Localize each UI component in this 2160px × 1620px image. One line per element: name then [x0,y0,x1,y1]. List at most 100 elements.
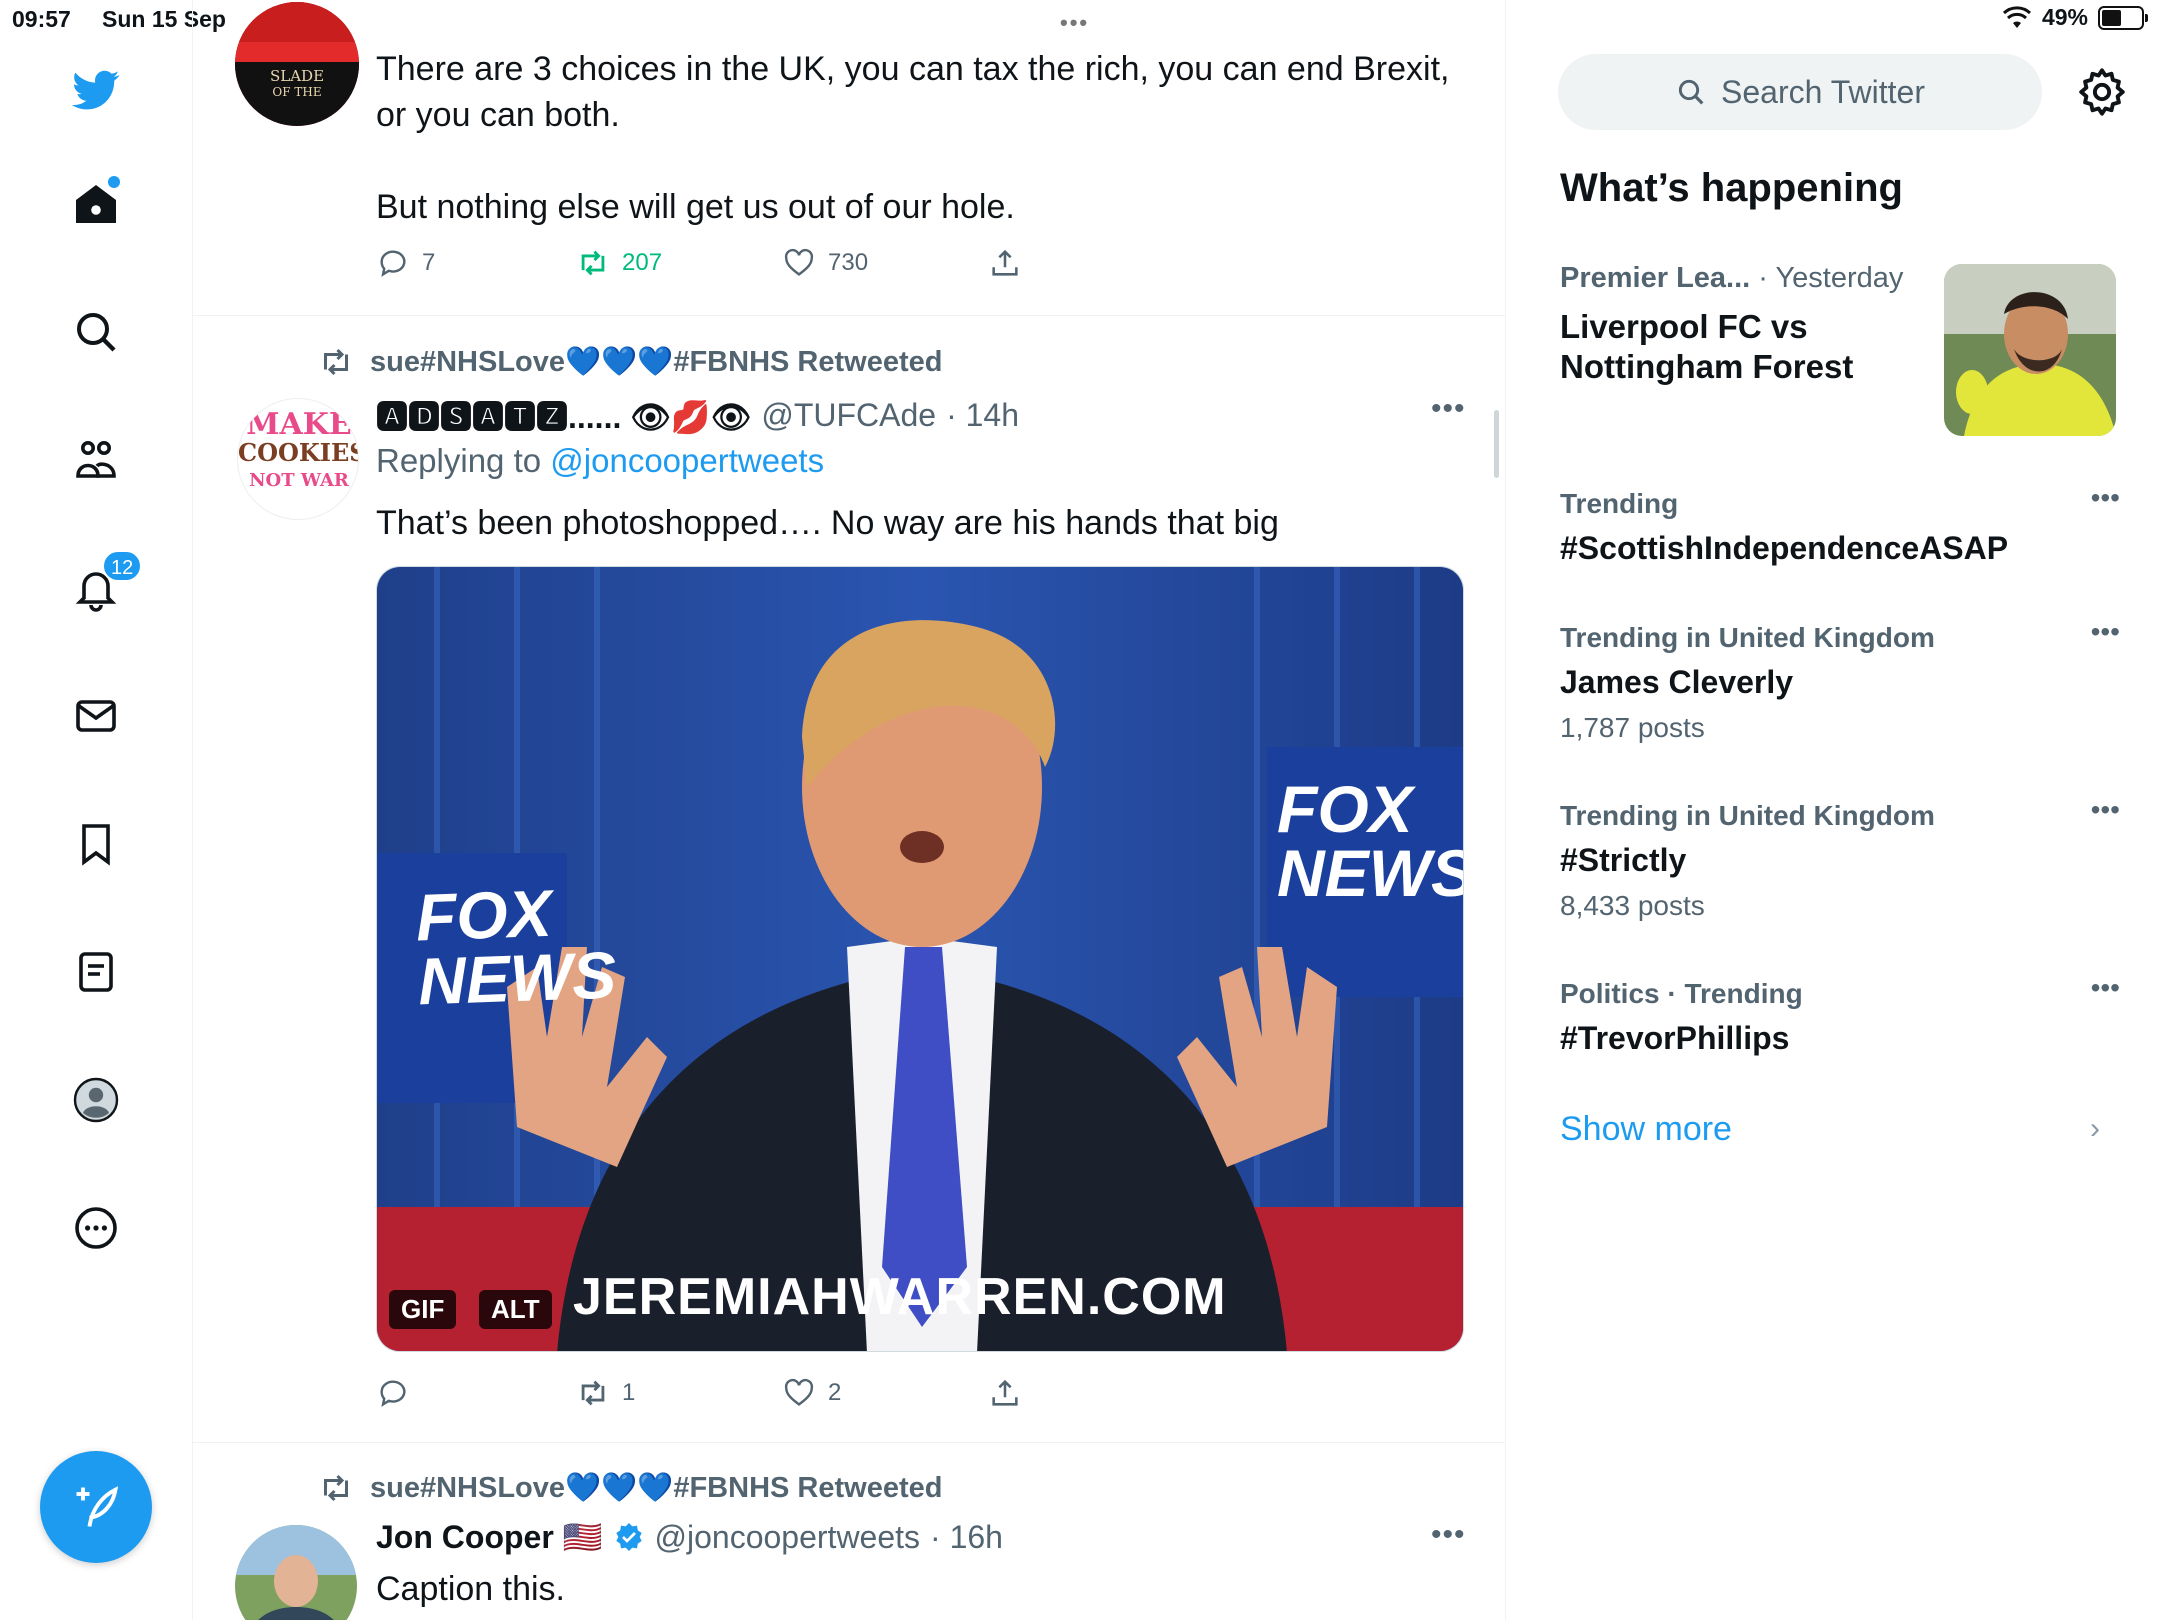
explore-search-icon[interactable] [66,302,126,362]
bookmarks-icon[interactable] [66,814,126,874]
tweet1-reply-count: 7 [422,249,436,276]
retweet-icon [324,1474,348,1502]
trend-context: Trending in United Kingdom [1560,622,1935,653]
retweet-icon [581,250,605,276]
show-more-link[interactable]: Show more [1560,1110,1732,1149]
featured-trend-thumbnail[interactable] [1944,264,2116,436]
tweet1-reply-button[interactable]: 7 [376,246,576,280]
twitter-logo-icon[interactable] [66,60,126,120]
featured-trend-image [1944,264,2116,436]
tweet1-avatar-text: SLADE [269,67,325,85]
notifications-bell-icon[interactable]: 12 [66,550,143,618]
tweet2-like-button[interactable]: 2 [782,1376,988,1410]
tweet3-avatar-image [235,1525,357,1620]
alt-text-badge[interactable]: ALT [479,1290,552,1329]
tweet3-time[interactable]: · 16h [930,1519,1003,1556]
tweet1-avatar[interactable]: SLADE OF THE [235,2,359,126]
reply-icon [380,1380,406,1407]
tweet2-share-button[interactable] [988,1376,1022,1410]
tweet2-reply-button[interactable] [376,1376,576,1410]
trend-name: #Strictly [1560,842,1687,878]
search-input[interactable]: Search Twitter [1558,54,2042,130]
search-icon [1678,79,1704,105]
tweet2-avatar-text-3: NOT WAR [249,470,349,491]
whats-happening-title: What’s happening [1560,166,1903,210]
tweet3-avatar[interactable] [235,1525,357,1620]
right-sidebar: Search Twitter What’s happening Premier … [1506,0,2160,1620]
tweet3-display-name[interactable]: Jon Cooper 🇺🇸 [376,1518,603,1556]
home-icon[interactable] [66,174,126,234]
tweet1-retweet-count: 207 [622,249,663,276]
left-nav: 12 [0,0,193,1620]
search-placeholder: Search Twitter [1721,73,1925,110]
media-logo-right-top: FOX [1277,772,1413,846]
more-options-icon[interactable] [66,1198,126,1258]
tweet1-text-line3: But nothing else will get us out of our … [376,188,1015,226]
trend-item[interactable]: Politics · Trending #TrevorPhillips ••• [1560,972,2120,1058]
tweet2-like-count: 2 [828,1379,842,1406]
tweet3-retweeted-by[interactable]: sue#NHSLove💙💙💙#FBNHS Retweeted [370,1471,942,1505]
trend-post-count: 1,787 posts [1560,712,1705,743]
tweet1-avatar-image [235,2,359,126]
timeline-scrollbar[interactable] [1494,410,1499,478]
tweet1-retweet-button[interactable]: 207 [576,246,782,280]
share-icon [992,1379,1018,1406]
trend-more-button[interactable]: ••• [2091,794,2120,826]
trend-name: #ScottishIndependenceASAP [1560,530,2009,566]
lists-icon[interactable] [66,942,126,1002]
featured-trend-title-line2: Nottingham Forest [1560,348,1854,385]
tweet2-avatar[interactable]: MAKE COOKIES NOT WAR [237,398,359,520]
tweet1-like-button[interactable]: 730 [782,246,988,280]
feather-plus-icon [76,1486,119,1527]
trend-more-button[interactable]: ••• [2091,972,2120,1004]
trend-item[interactable]: Trending #ScottishIndependenceASAP ••• [1560,482,2120,568]
tweet2-display-name[interactable]: 🅰🅳🆂🅰🆃🆉...... 👁💋👁 [376,392,751,438]
trend-post-count: 8,433 posts [1560,890,1705,921]
media-logo-left-bottom: NEWS [416,937,618,1019]
heart-icon [784,248,814,276]
tweet1-actions: 7 207 730 [376,246,1022,280]
tweet3-text: Caption this. [376,1570,565,1608]
messages-envelope-icon[interactable] [66,686,126,746]
tweet2-retweet-button[interactable]: 1 [576,1376,782,1410]
tweet2-handle[interactable]: @TUFCAde [761,397,936,434]
gif-badge: GIF [389,1290,457,1329]
tweet2-replying-prefix: Replying to [376,442,542,479]
tweet2-replying-to: Replying to @joncoopertweets [376,442,824,480]
tweet2-more-button[interactable]: ••• [1431,392,1466,426]
profile-avatar-icon[interactable] [66,1070,126,1130]
tweet-divider [193,315,1505,316]
trend-more-button[interactable]: ••• [2091,616,2120,648]
tweet1-body: There are 3 choices in the UK, you can t… [376,46,1476,230]
tweet2-media-gif[interactable]: FOX NEWS FOX NEWS JEREMIAHWARREN.COM GIF… [376,566,1464,1352]
trend-item[interactable]: Trending in United Kingdom James Cleverl… [1560,616,2120,744]
featured-trend-title-line1: Liverpool FC vs [1560,308,1808,345]
featured-trend[interactable]: Premier Lea... · Yesterday Liverpool FC … [1560,262,1960,387]
tweet2-text: That’s been photoshopped…. No way are hi… [376,504,1279,542]
tweet2-retweeted-by[interactable]: sue#NHSLove💙💙💙#FBNHS Retweeted [370,345,942,379]
tweet-divider [193,1442,1505,1443]
media-logo-right-bottom: NEWS [1277,836,1464,910]
tweet2-retweet-count: 1 [622,1379,636,1406]
reply-icon [380,250,406,277]
tweet3-author-line: Jon Cooper 🇺🇸 @joncoopertweets · 16h [376,1518,1003,1556]
timeline[interactable]: SLADE OF THE There are 3 choices in the … [193,0,1506,1620]
tweet1-share-button[interactable] [988,246,1022,280]
tweet1-avatar-text-2: OF THE [272,85,322,99]
retweet-icon [324,348,348,376]
tweet3-retweet-context: sue#NHSLove💙💙💙#FBNHS Retweeted [318,1470,942,1506]
communities-icon[interactable] [66,430,126,490]
tweet2-replying-handle[interactable]: @joncoopertweets [550,442,824,479]
tweet2-time[interactable]: · 14h [946,397,1019,434]
tweet3-handle[interactable]: @joncoopertweets [655,1519,921,1556]
featured-trend-meta: Premier Lea... · Yesterday [1560,262,1960,295]
trend-context: Trending [1560,488,1679,519]
trend-item[interactable]: Trending in United Kingdom #Strictly 8,4… [1560,794,2120,922]
featured-trend-category: Premier Lea... [1560,262,1751,294]
trend-more-button[interactable]: ••• [2091,482,2120,514]
compose-tweet-button[interactable] [40,1451,152,1563]
tweet3-more-button[interactable]: ••• [1431,1518,1466,1552]
heart-icon [784,1378,814,1406]
tweet1-like-count: 730 [828,249,869,276]
settings-gear-icon[interactable] [2076,66,2128,118]
